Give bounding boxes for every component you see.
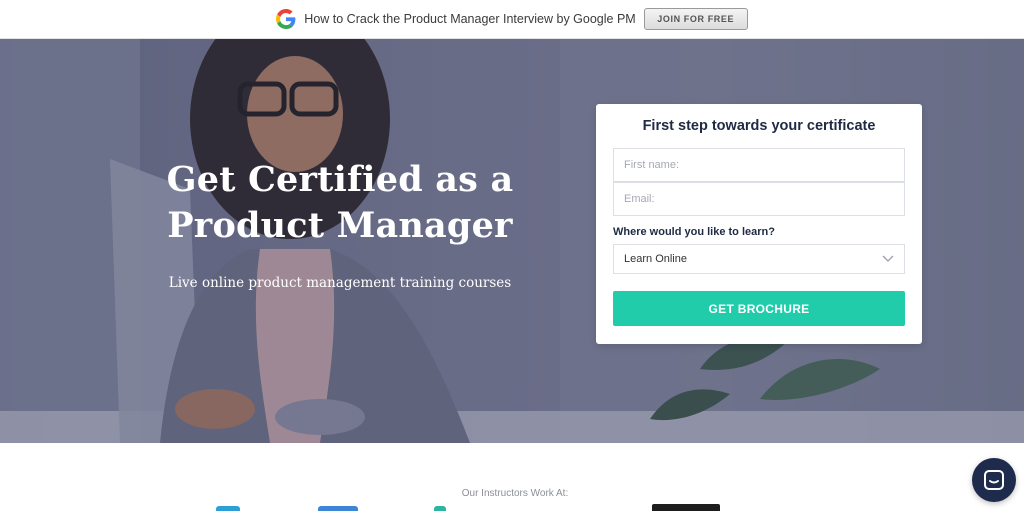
company-logo bbox=[318, 506, 358, 511]
announcement-bar: How to Crack the Product Manager Intervi… bbox=[0, 0, 1024, 39]
brochure-form: First step towards your certificate Wher… bbox=[596, 104, 922, 344]
hero-subtitle: Live online product management training … bbox=[168, 275, 512, 291]
company-logos bbox=[0, 500, 1024, 511]
learn-location-label: Where would you like to learn? bbox=[613, 226, 775, 238]
hero-title-line1: Get Certified as a bbox=[166, 159, 514, 200]
email-field[interactable] bbox=[613, 182, 905, 216]
promo-text: How to Crack the Product Manager Intervi… bbox=[304, 12, 636, 26]
hero-title-line2: Product Manager bbox=[167, 205, 513, 246]
google-g-icon bbox=[276, 9, 296, 29]
get-brochure-button[interactable]: GET BROCHURE bbox=[613, 291, 905, 326]
company-logo bbox=[216, 506, 240, 511]
form-title: First step towards your certificate bbox=[642, 118, 876, 134]
company-logo bbox=[434, 506, 446, 511]
learn-location-select[interactable]: Learn Online bbox=[613, 244, 905, 274]
chat-icon bbox=[984, 470, 1004, 490]
chat-launcher-button[interactable] bbox=[972, 458, 1016, 502]
chevron-down-icon bbox=[882, 255, 894, 262]
hero-title: Get Certified as a Product Manager bbox=[150, 157, 530, 249]
join-for-free-button[interactable]: JOIN FOR FREE bbox=[643, 8, 748, 30]
instructors-label: Our Instructors Work At: bbox=[461, 488, 569, 499]
company-logo bbox=[652, 504, 720, 511]
learn-location-value: Learn Online bbox=[624, 253, 687, 265]
first-name-field[interactable] bbox=[613, 148, 905, 182]
